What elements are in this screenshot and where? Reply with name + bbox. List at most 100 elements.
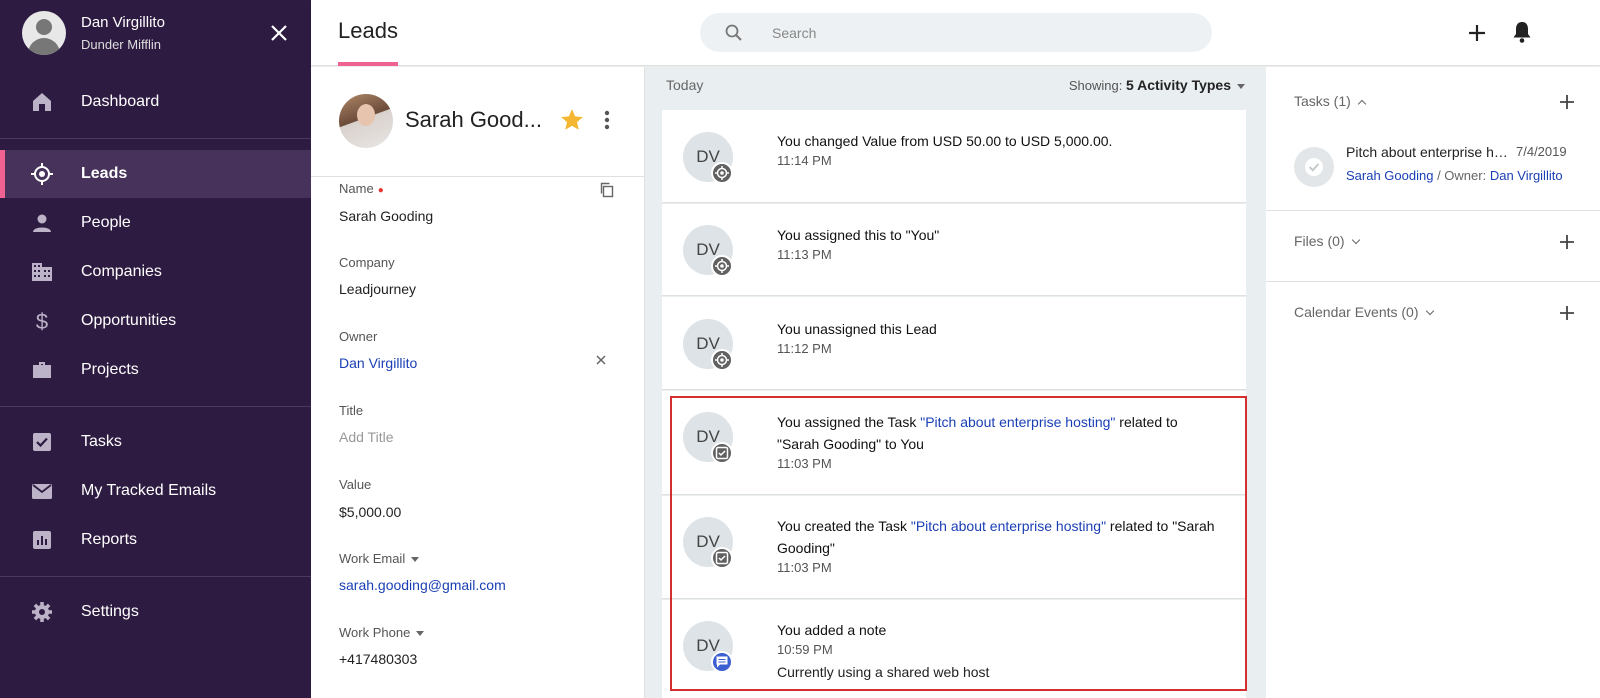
value-amount[interactable]: $5,000.00: [339, 504, 401, 520]
chevron-down-icon: [1425, 307, 1434, 316]
value-label: Value: [339, 477, 372, 492]
svg-text:$: $: [36, 309, 48, 333]
activity-text: You assigned this to "You": [777, 227, 940, 243]
work-phone-value[interactable]: +417480303: [339, 651, 417, 667]
lead-details-panel: Sarah Good... Name ● Sarah Gooding Compan…: [311, 67, 645, 698]
task-check-icon: [711, 442, 733, 464]
owner-label: Owner: [339, 329, 378, 344]
lead-name[interactable]: Sarah Good...: [405, 107, 545, 133]
person-icon: [33, 214, 51, 232]
calendar-section-toggle[interactable]: Calendar Events (0): [1294, 304, 1434, 320]
clear-owner-icon[interactable]: [594, 353, 608, 367]
work-email-label[interactable]: Work Email: [339, 551, 420, 566]
activity-time: 11:12 PM: [777, 341, 832, 356]
company-value[interactable]: Leadjourney: [339, 281, 416, 297]
sidebar: Dan Virgillito Dunder Mifflin Dashboard …: [0, 0, 311, 698]
nav-item-opportunities[interactable]: $ Opportunities: [0, 297, 311, 345]
task-link[interactable]: "Pitch about enterprise hosting": [911, 518, 1106, 534]
activity-text: You changed Value from USD 50.00 to USD …: [777, 133, 1113, 149]
add-icon[interactable]: [1464, 20, 1490, 46]
activity-type-filter[interactable]: Showing: 5 Activity Types: [1069, 77, 1245, 93]
more-vertical-icon[interactable]: [601, 107, 613, 133]
task-title[interactable]: Pitch about enterprise hosting: [1346, 144, 1511, 160]
search-bar[interactable]: [700, 13, 1212, 52]
caret-down-icon: [1237, 84, 1245, 90]
nav-item-projects[interactable]: Projects: [0, 346, 311, 394]
lead-avatar: [339, 94, 393, 148]
activity-item: DV You changed Value from USD 50.00 to U…: [662, 110, 1246, 203]
chevron-down-icon: [1351, 236, 1360, 245]
user-avatar: [22, 11, 66, 55]
task-check-icon: [711, 547, 733, 569]
nav-label: Opportunities: [81, 312, 177, 329]
search-icon: [725, 24, 742, 41]
task-link[interactable]: "Pitch about enterprise hosting": [920, 414, 1115, 430]
nav-item-dashboard[interactable]: Dashboard: [0, 78, 311, 126]
name-label: Name ●: [339, 181, 384, 196]
activity-text: You assigned the Task "Pitch about enter…: [777, 414, 1178, 452]
nav-label: People: [81, 214, 131, 231]
add-task-icon[interactable]: [1558, 93, 1576, 111]
feed-date-header: Today: [666, 77, 704, 93]
nav-item-people[interactable]: People: [0, 199, 311, 247]
activity-time: 11:03 PM: [777, 456, 832, 471]
bar-chart-icon: [33, 531, 51, 549]
activity-item: DV You assigned this to "You" 11:13 PM: [662, 204, 1246, 296]
lead-target-icon: [711, 349, 733, 371]
nav-item-leads[interactable]: Leads: [0, 150, 311, 198]
related-panel: Tasks (1) Pitch about enterprise hosting…: [1266, 67, 1600, 698]
search-input[interactable]: [772, 22, 1192, 44]
company-label: Company: [339, 255, 395, 270]
activity-text: You added a note: [777, 622, 887, 638]
title-input[interactable]: Add Title: [339, 429, 393, 445]
caret-down-icon: [416, 631, 425, 637]
nav-label: Companies: [81, 263, 162, 280]
top-bar: Leads: [311, 0, 1600, 66]
close-sidebar-icon[interactable]: [266, 20, 292, 46]
files-section-toggle[interactable]: Files (0): [1294, 233, 1360, 249]
checkbox-icon: [33, 433, 51, 451]
task-date: 7/4/2019: [1516, 144, 1567, 159]
activity-item: DV You unassigned this Lead 11:12 PM: [662, 297, 1246, 390]
chevron-up-icon: [1357, 99, 1367, 109]
task-complete-checkbox[interactable]: [1294, 147, 1334, 187]
activity-time: 11:14 PM: [777, 153, 832, 168]
add-file-icon[interactable]: [1558, 233, 1576, 251]
task-owner-link[interactable]: Dan Virgillito: [1490, 168, 1563, 183]
nav-item-reports[interactable]: Reports: [0, 516, 311, 564]
nav-label: Leads: [81, 165, 128, 182]
copy-icon[interactable]: [599, 182, 615, 198]
nav-label: Reports: [81, 531, 138, 548]
nav-item-settings[interactable]: Settings: [0, 588, 311, 636]
tasks-section-toggle[interactable]: Tasks (1): [1294, 93, 1367, 109]
briefcase-icon: [33, 362, 51, 378]
mail-icon: [32, 484, 52, 499]
activity-text: You unassigned this Lead: [777, 321, 937, 337]
owner-value[interactable]: Dan Virgillito: [339, 355, 417, 371]
home-icon: [33, 93, 51, 111]
activity-time: 11:13 PM: [777, 247, 832, 262]
caret-down-icon: [411, 557, 420, 563]
nav-item-companies[interactable]: Companies: [0, 248, 311, 296]
title-label: Title: [339, 403, 364, 418]
activity-text: You created the Task "Pitch about enterp…: [777, 518, 1215, 556]
activity-time: 11:03 PM: [777, 560, 832, 575]
user-org: Dunder Mifflin: [81, 37, 161, 52]
task-related-link[interactable]: Sarah Gooding: [1346, 168, 1433, 183]
page-title: Leads: [338, 18, 398, 43]
dollar-icon: $: [36, 309, 48, 333]
name-value[interactable]: Sarah Gooding: [339, 208, 433, 224]
nav-item-tasks[interactable]: Tasks: [0, 418, 311, 466]
star-icon[interactable]: [559, 107, 585, 133]
nav-label: Settings: [81, 603, 139, 620]
work-email-value[interactable]: sarah.gooding@gmail.com: [339, 577, 506, 593]
nav-item-tracked-emails[interactable]: My Tracked Emails: [0, 467, 311, 515]
notifications-bell-icon[interactable]: [1510, 19, 1534, 45]
user-profile[interactable]: Dan Virgillito Dunder Mifflin: [0, 0, 311, 66]
work-phone-label[interactable]: Work Phone: [339, 625, 425, 640]
title-underline: [338, 62, 398, 66]
lead-target-icon: [711, 162, 733, 184]
nav-label: Projects: [81, 361, 139, 378]
add-calendar-event-icon[interactable]: [1558, 304, 1576, 322]
note-content: Currently using a shared web host: [777, 664, 990, 680]
